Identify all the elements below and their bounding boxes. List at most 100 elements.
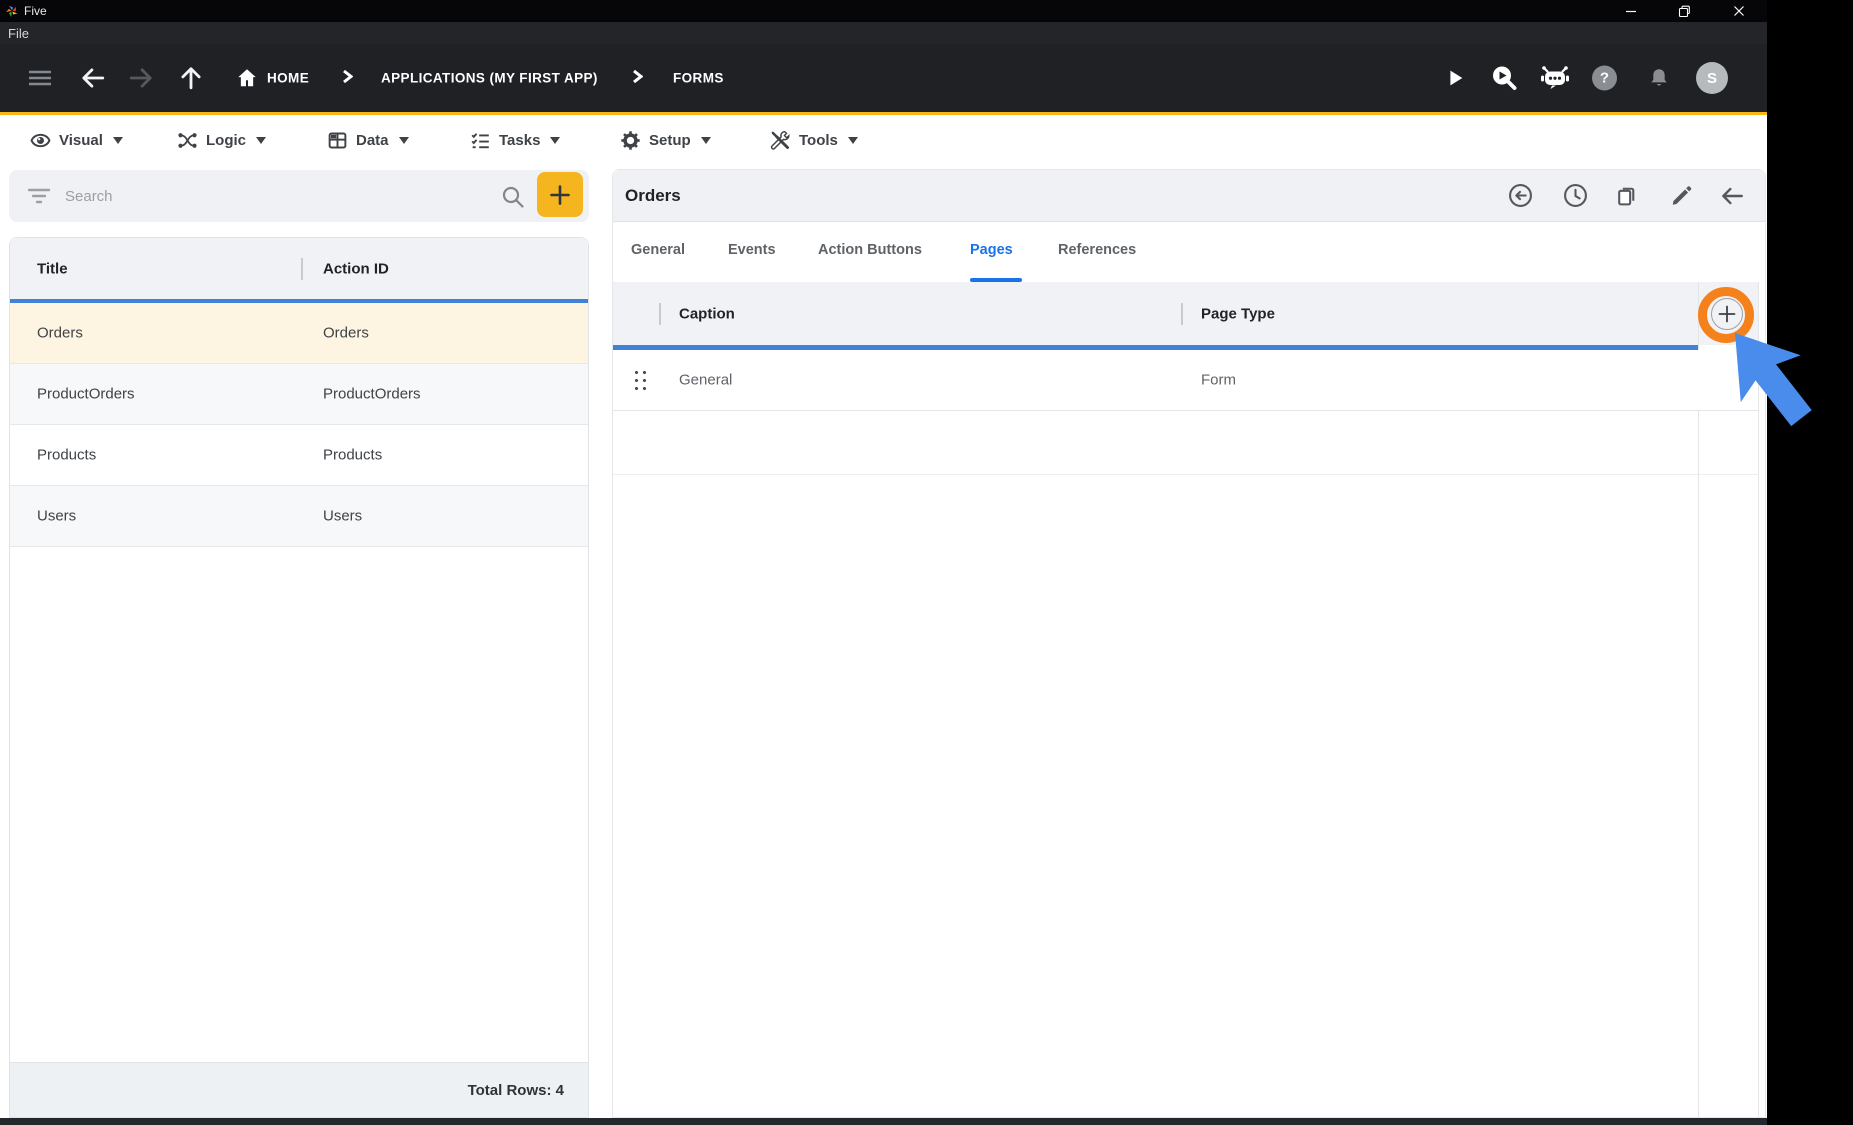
dropdown-caret-icon [112,136,123,144]
breadcrumb-forms[interactable]: FORMS [673,71,724,86]
up-button[interactable] [178,65,204,91]
table-row-orders[interactable]: Orders Orders [10,303,588,364]
pages-table-header: Caption Page Type [613,282,1758,345]
clock-icon [1563,184,1587,207]
tab-references[interactable]: References [1058,222,1136,278]
back-arrow-icon [82,68,105,88]
gear-icon [621,130,640,150]
breadcrumb-separator [342,69,354,87]
navigation-bar: HOME APPLICATIONS (MY FIRST APP) FORMS ?… [0,44,1767,112]
help-glyph: ? [1599,69,1610,87]
assistant-button[interactable] [1540,65,1570,91]
undo-changes-button[interactable] [1503,179,1537,213]
home-glyph [238,69,256,87]
menu-bar: File [0,22,1767,44]
screen: Five File HOME APPLICATIONS (MY FIRST AP… [0,0,1853,1125]
app-window: Five File HOME APPLICATIONS (MY FIRST AP… [0,0,1767,1125]
forms-list-table: Title Action ID Orders Orders ProductOrd… [9,237,589,1118]
menu-setup-label: Setup [649,131,691,149]
close-button[interactable] [1717,0,1761,22]
drag-handle-icon[interactable] [633,369,648,392]
minimize-icon [1626,10,1636,13]
avatar-initial: S [1696,62,1728,94]
breadcrumb-applications[interactable]: APPLICATIONS (MY FIRST APP) [381,71,598,86]
menu-setup[interactable]: Setup [620,127,711,153]
restore-button[interactable] [1662,0,1706,22]
copy-button[interactable] [1609,179,1643,213]
column-header-caption[interactable]: Caption [679,305,735,322]
minimize-button[interactable] [1609,0,1653,22]
menu-data-label: Data [356,131,389,149]
history-button[interactable] [1558,179,1592,213]
forward-button[interactable] [128,65,154,91]
column-divider [659,302,661,325]
logic-flow-icon [178,132,197,148]
total-rows-label: Total Rows: 4 [467,1081,564,1099]
chevron-right-icon [633,69,644,84]
dropdown-caret-icon [550,136,561,144]
plus-icon [550,184,570,205]
chevron-right-icon [343,69,354,84]
menu-tasks-label: Tasks [499,131,541,149]
detail-header: Orders [613,170,1765,222]
back-button[interactable] [80,65,106,91]
checklist-icon [471,132,489,148]
column-divider [301,257,303,280]
search-icon[interactable] [501,185,525,209]
table-row-productorders[interactable]: ProductOrders ProductOrders [10,364,588,425]
column-divider [1181,302,1183,325]
menu-data[interactable]: Data [327,127,409,153]
detail-title: Orders [625,185,681,205]
hamburger-icon [29,70,51,86]
menu-tools-label: Tools [799,131,838,149]
tab-action-buttons[interactable]: Action Buttons [818,222,922,278]
tab-events[interactable]: Events [728,222,776,278]
search-bar [9,170,589,222]
bell-icon [1651,69,1667,86]
preview-button[interactable] [1490,64,1518,92]
menu-tools[interactable]: Tools [770,127,858,153]
menu-visual[interactable]: Visual [30,127,123,153]
menu-logic-label: Logic [206,131,246,149]
user-avatar[interactable]: S [1696,62,1728,94]
tab-general[interactable]: General [631,222,685,278]
close-detail-button[interactable] [1715,179,1749,213]
table-footer: Total Rows: 4 [10,1062,588,1117]
menu-logic[interactable]: Logic [177,127,266,153]
menu-tasks[interactable]: Tasks [470,127,561,153]
breadcrumb-home[interactable]: HOME [267,71,309,86]
table-row-products[interactable]: Products Products [10,425,588,486]
up-arrow-icon [181,67,201,90]
column-header-title[interactable]: Title [37,260,68,277]
forward-arrow-icon [129,68,152,88]
tab-pages[interactable]: Pages [970,222,1013,278]
column-header-page-type[interactable]: Page Type [1201,305,1275,322]
page-row-general[interactable]: General Form [613,350,1758,411]
add-record-button[interactable] [537,172,583,217]
forms-table-header: Title Action ID [10,238,588,299]
run-button[interactable] [1444,67,1466,89]
edit-button[interactable] [1664,179,1698,213]
empty-row-border [613,474,1758,475]
search-input[interactable] [65,170,485,222]
eye-icon [30,133,51,147]
help-button[interactable]: ? [1592,65,1617,91]
copy-icon [1617,187,1634,206]
window-title: Five [24,4,47,18]
record-detail-panel: Orders General Events Action Buttons Pag… [612,169,1766,1119]
menu-visual-label: Visual [59,131,103,149]
menu-file[interactable]: File [8,26,29,41]
table-row-users[interactable]: Users Users [10,486,588,547]
pencil-icon [1672,186,1691,205]
cell-caption: General [679,371,733,389]
filter-icon[interactable] [27,186,51,206]
play-icon [1450,70,1463,86]
arrow-left-icon [1722,187,1743,204]
dropdown-caret-icon [700,136,711,144]
title-bar: Five [0,0,1767,22]
home-icon[interactable] [236,67,258,89]
cell-action-id: Orders [323,324,369,342]
hamburger-menu-button[interactable] [28,66,52,90]
notifications-button[interactable] [1648,66,1670,90]
column-header-action-id[interactable]: Action ID [323,260,389,277]
